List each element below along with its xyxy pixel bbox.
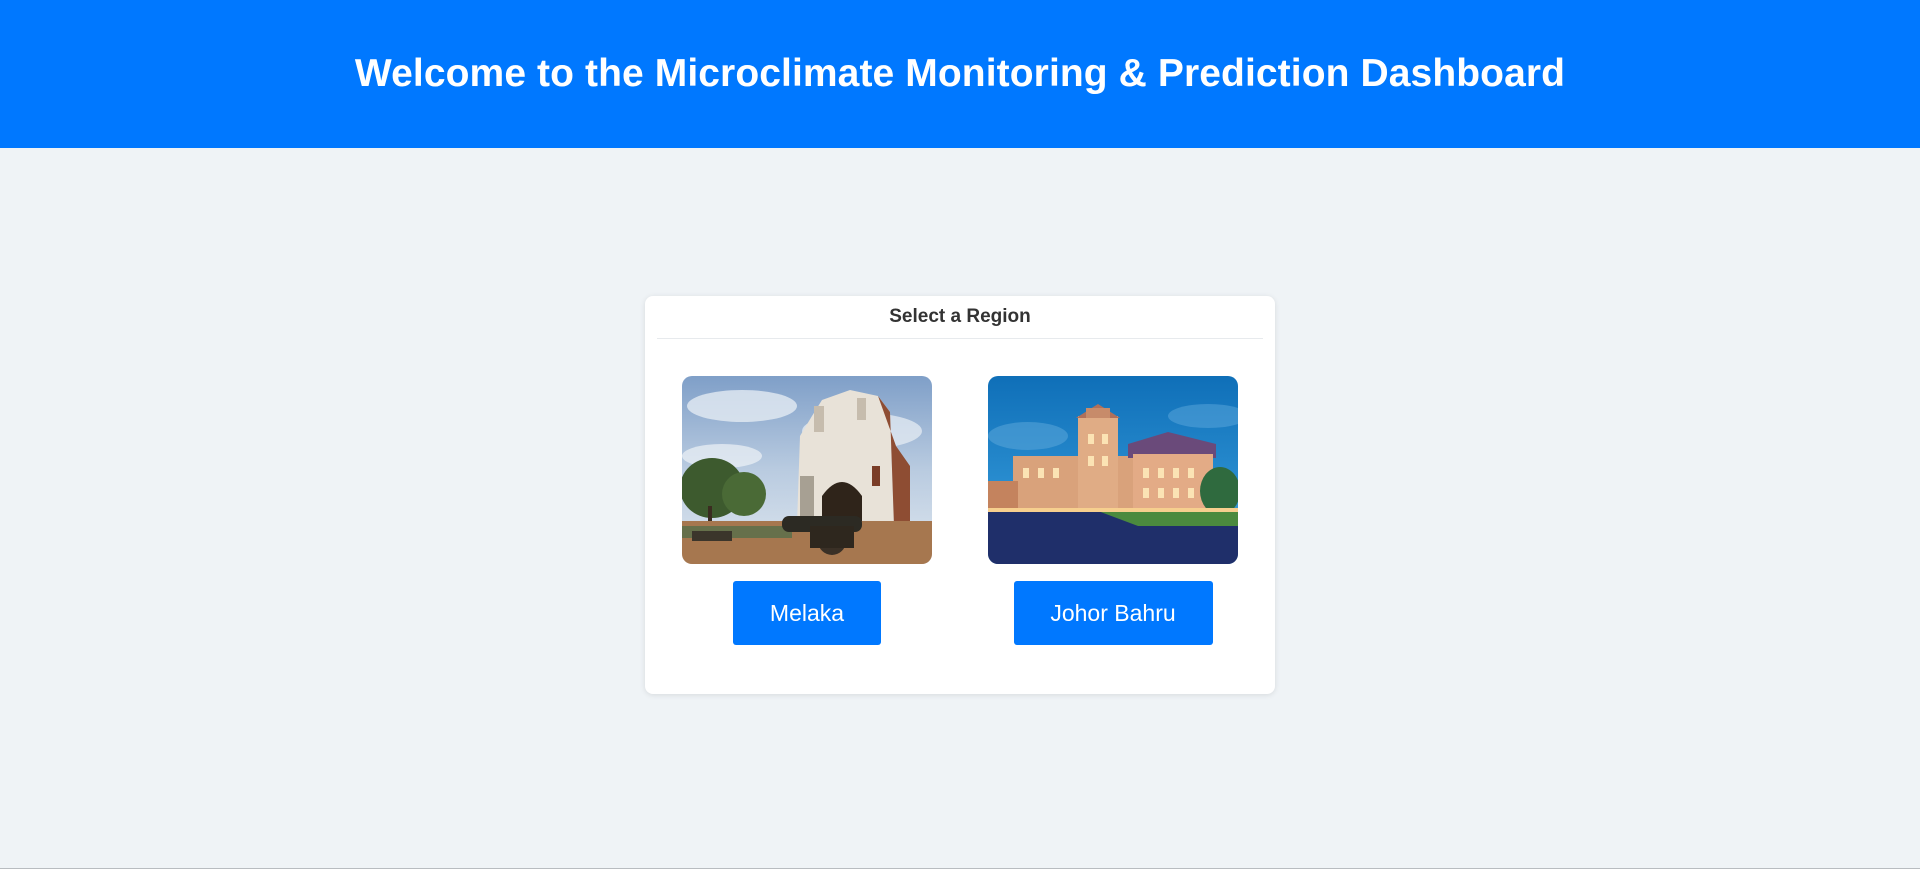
page-title: Welcome to the Microclimate Monitoring &… [354,52,1566,95]
region-option-melaka: Melaka [682,376,932,645]
johor-bahru-button[interactable]: Johor Bahru [1013,581,1213,645]
region-option-johor-bahru: Johor Bahru [988,376,1238,645]
region-selector-title: Select a Region [657,296,1263,339]
page-header: Welcome to the Microclimate Monitoring &… [0,0,1920,148]
johor-bahru-image [988,376,1238,564]
region-selector-card: Select a Region Melaka Johor Bahru [645,296,1275,694]
melaka-image [682,376,932,564]
main-content: Select a Region Melaka Johor Bahru [0,148,1920,867]
melaka-button[interactable]: Melaka [733,581,881,645]
